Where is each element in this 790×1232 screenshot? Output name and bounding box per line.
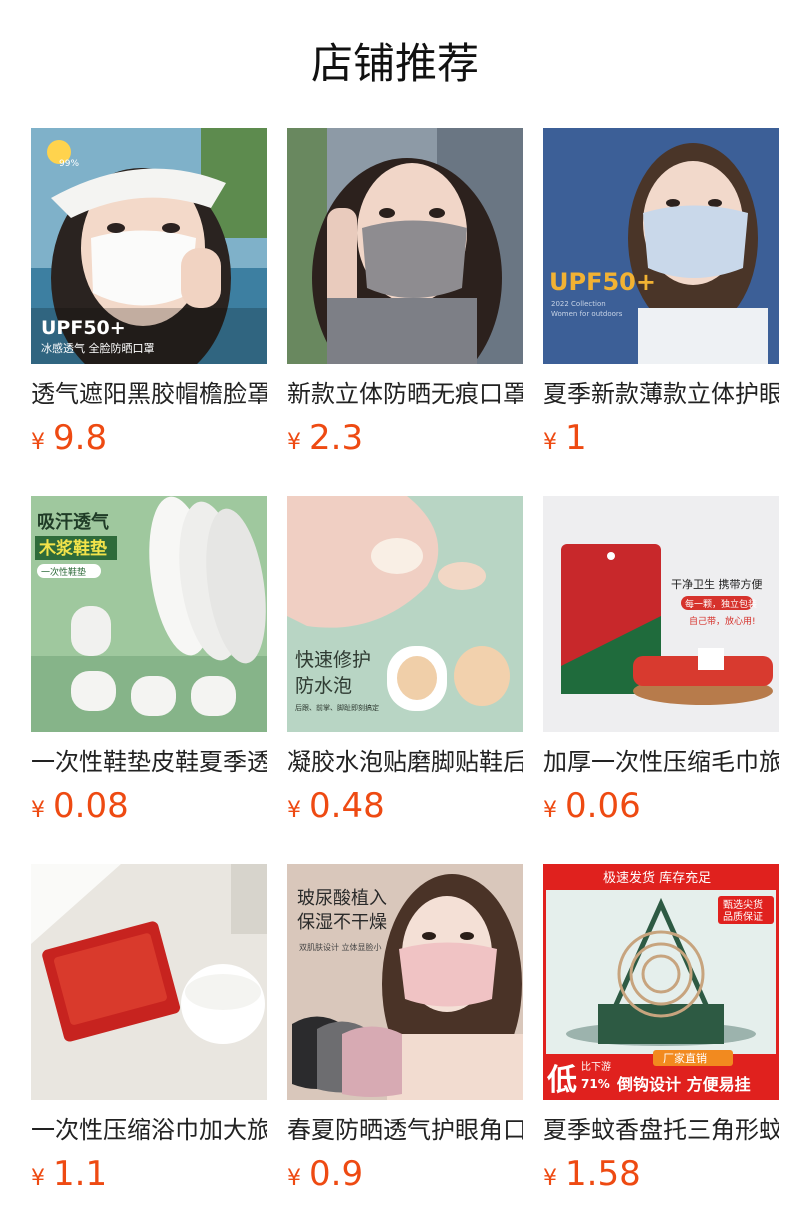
product-card[interactable]: 极速发货 库存充足 甄选尖货 品质保证 低 比下游 71% 厂家直销 倒钩设计 …	[543, 864, 779, 1204]
image-caption: 吸汗透气	[37, 511, 109, 533]
product-name[interactable]: 夏季新款薄款立体护眼	[543, 378, 779, 410]
product-name[interactable]: 加厚一次性压缩毛巾旅	[543, 746, 779, 778]
product-image[interactable]: UPF50+ 冰感透气 全脸防晒口罩 99%	[31, 128, 267, 364]
product-image[interactable]	[31, 864, 267, 1100]
image-caption: 保湿不干燥	[297, 912, 387, 933]
product-name[interactable]: 透气遮阳黑胶帽檐脸罩	[31, 378, 267, 410]
product-card[interactable]: 一次性压缩浴巾加大旅 ¥ 1.1	[31, 864, 267, 1204]
product-price: ¥ 1.58	[543, 1154, 641, 1198]
price-value: 0.08	[53, 786, 129, 826]
product-image[interactable]: 玻尿酸植入 保湿不干燥 双肌肤设计 立体显脸小	[287, 864, 523, 1100]
image-caption: 后跟、前掌、脚趾即刻搞定	[295, 703, 379, 712]
product-card[interactable]: 吸汗透气 木浆鞋垫 一次性鞋垫 一次性鞋垫皮鞋夏季透 ¥ 0.08	[31, 496, 267, 836]
currency-symbol: ¥	[543, 798, 557, 823]
currency-symbol: ¥	[543, 430, 557, 455]
image-caption: 甄选尖货	[723, 898, 763, 911]
product-card[interactable]: 玻尿酸植入 保湿不干燥 双肌肤设计 立体显脸小 春夏防晒透气护眼角口 ¥ 0.9	[287, 864, 523, 1204]
price-value: 1.1	[53, 1154, 108, 1194]
image-caption: Women for outdoors	[551, 310, 623, 318]
image-caption: UPF50+	[41, 317, 126, 339]
product-card[interactable]: 干净卫生 携带方便 每一颗，独立包装 自己带，放心用! 加厚一次性压缩毛巾旅 ¥…	[543, 496, 779, 836]
product-name[interactable]: 夏季蚊香盘托三角形蚊	[543, 1114, 779, 1146]
currency-symbol: ¥	[287, 798, 301, 823]
image-caption: UPF50+	[549, 268, 656, 296]
price-value: 1.58	[565, 1154, 641, 1194]
product-card[interactable]: UPF50+ 2022 Collection Women for outdoor…	[543, 128, 779, 468]
price-value: 0.06	[565, 786, 641, 826]
product-price: ¥ 0.9	[287, 1154, 363, 1198]
price-value: 0.9	[309, 1154, 364, 1194]
product-price: ¥ 2.3	[287, 418, 363, 462]
image-caption: 比下游	[581, 1060, 611, 1073]
image-caption: 低	[546, 1063, 577, 1098]
image-caption: 玻尿酸植入	[297, 888, 387, 909]
image-caption: 71%	[581, 1077, 610, 1091]
image-caption: 每一颗，独立包装	[685, 598, 757, 610]
product-price: ¥ 1	[543, 418, 587, 462]
image-caption: 倒钩设计 方便易挂	[616, 1075, 751, 1094]
currency-symbol: ¥	[543, 1166, 557, 1191]
price-value: 2.3	[309, 418, 364, 458]
image-caption: 99%	[59, 159, 79, 169]
image-caption: 冰感透气 全脸防晒口罩	[41, 341, 155, 355]
product-name[interactable]: 一次性鞋垫皮鞋夏季透	[31, 746, 267, 778]
price-value: 9.8	[53, 418, 108, 458]
product-image[interactable]: 快速修护 防水泡 后跟、前掌、脚趾即刻搞定	[287, 496, 523, 732]
image-caption: 防水泡	[295, 675, 352, 697]
product-price: ¥ 0.06	[543, 786, 641, 830]
currency-symbol: ¥	[287, 1166, 301, 1191]
image-caption: 快速修护	[295, 649, 371, 671]
image-caption: 干净卫生 携带方便	[671, 577, 763, 591]
image-caption: 自己带，放心用!	[689, 615, 756, 627]
product-image[interactable]	[287, 128, 523, 364]
price-value: 0.48	[309, 786, 385, 826]
product-price: ¥ 0.08	[31, 786, 129, 830]
product-image[interactable]: 极速发货 库存充足 甄选尖货 品质保证 低 比下游 71% 厂家直销 倒钩设计 …	[543, 864, 779, 1100]
product-card[interactable]: 新款立体防晒无痕口罩 ¥ 2.3	[287, 128, 523, 468]
product-card[interactable]: UPF50+ 冰感透气 全脸防晒口罩 99% 透气遮阳黑胶帽檐脸罩 ¥ 9.8	[31, 128, 267, 468]
product-price: ¥ 1.1	[31, 1154, 107, 1198]
image-caption: 2022 Collection	[551, 300, 606, 308]
page-title: 店铺推荐	[310, 39, 479, 88]
product-image[interactable]: 吸汗透气 木浆鞋垫 一次性鞋垫	[31, 496, 267, 732]
currency-symbol: ¥	[31, 798, 45, 823]
product-price: ¥ 0.48	[287, 786, 385, 830]
product-image[interactable]: 干净卫生 携带方便 每一颗，独立包装 自己带，放心用!	[543, 496, 779, 732]
currency-symbol: ¥	[31, 430, 45, 455]
product-name[interactable]: 一次性压缩浴巾加大旅	[31, 1114, 267, 1146]
image-caption: 木浆鞋垫	[38, 538, 107, 559]
product-price: ¥ 9.8	[31, 418, 107, 462]
currency-symbol: ¥	[287, 430, 301, 455]
image-caption: 厂家直销	[663, 1051, 707, 1065]
product-name[interactable]: 春夏防晒透气护眼角口	[287, 1114, 523, 1146]
image-caption: 品质保证	[723, 910, 763, 923]
image-caption: 一次性鞋垫	[41, 566, 86, 578]
currency-symbol: ¥	[31, 1166, 45, 1191]
product-name[interactable]: 凝胶水泡贴磨脚贴鞋后	[287, 746, 523, 778]
product-image[interactable]: UPF50+ 2022 Collection Women for outdoor…	[543, 128, 779, 364]
image-caption: 双肌肤设计 立体显脸小	[299, 942, 382, 952]
product-name[interactable]: 新款立体防晒无痕口罩	[287, 378, 523, 410]
product-card[interactable]: 快速修护 防水泡 后跟、前掌、脚趾即刻搞定 凝胶水泡贴磨脚贴鞋后 ¥ 0.48	[287, 496, 523, 836]
image-caption: 极速发货 库存充足	[603, 870, 711, 886]
price-value: 1	[565, 418, 587, 458]
